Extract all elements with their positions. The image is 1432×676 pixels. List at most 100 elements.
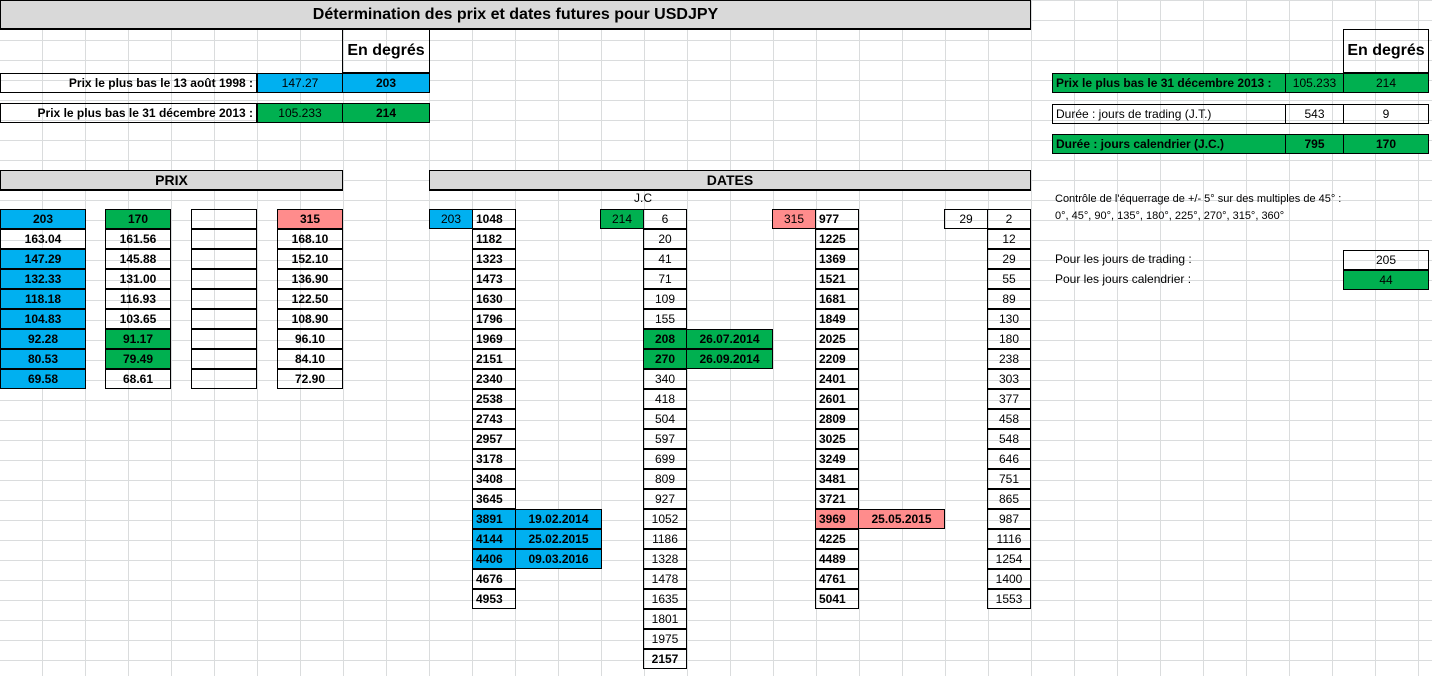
prix-col4-cell[interactable]: 108.90 [277, 309, 343, 329]
dates-c2-head[interactable]: 214 [600, 209, 644, 229]
dates-c1-cell[interactable]: 2743 [472, 409, 516, 429]
dates-c3-cell[interactable]: 1849 [815, 309, 859, 329]
dates-c3-cell[interactable]: 1521 [815, 269, 859, 289]
prix-col4-cell[interactable]: 96.10 [277, 329, 343, 349]
dates-c3-head[interactable]: 315 [772, 209, 816, 229]
dates-c4-cell[interactable]: 303 [987, 369, 1031, 389]
low2013-price[interactable]: 105.233 [257, 103, 343, 123]
prix-col4-cell[interactable]: 168.10 [277, 229, 343, 249]
dates-c3-cell[interactable]: 3481 [815, 469, 859, 489]
calendar-check-value[interactable]: 44 [1343, 270, 1429, 290]
dates-c3-cell[interactable]: 977 [815, 209, 859, 229]
prix-col1-cell[interactable]: 203 [0, 209, 86, 229]
dates-c2-cell[interactable]: 71 [643, 269, 687, 289]
dates-c3-cell[interactable]: 5041 [815, 589, 859, 609]
prix-col2-cell[interactable]: 170 [105, 209, 171, 229]
prix-col3-empty-cell[interactable] [191, 349, 257, 369]
dates-c3-cell[interactable]: 4225 [815, 529, 859, 549]
prix-col1-cell[interactable]: 69.58 [0, 369, 86, 389]
trading-check-value[interactable]: 205 [1343, 250, 1429, 270]
dates-c3-cell[interactable]: 3249 [815, 449, 859, 469]
dates-c2-cell[interactable]: 2157 [643, 649, 687, 669]
dates-c2-cell[interactable]: 1635 [643, 589, 687, 609]
dates-c3-cell[interactable]: 4761 [815, 569, 859, 589]
dates-c4-cell[interactable]: 238 [987, 349, 1031, 369]
dates-c3-cell[interactable]: 2209 [815, 349, 859, 369]
dates-c2-cell[interactable]: 20 [643, 229, 687, 249]
dates-c2-cell[interactable]: 927 [643, 489, 687, 509]
prix-col2-cell[interactable]: 91.17 [105, 329, 171, 349]
prix-col2-cell[interactable]: 103.65 [105, 309, 171, 329]
dates-c2-date[interactable]: 26.07.2014 [686, 329, 773, 349]
dates-c4-cell[interactable]: 89 [987, 289, 1031, 309]
prix-col4-cell[interactable]: 152.10 [277, 249, 343, 269]
dates-c4-cell[interactable]: 2 [987, 209, 1031, 229]
right-low2013-price[interactable]: 105.233 [1285, 73, 1344, 93]
dates-c3-cell[interactable]: 3721 [815, 489, 859, 509]
dates-c3-cell[interactable]: 3969 [815, 509, 859, 529]
dates-c2-cell[interactable]: 699 [643, 449, 687, 469]
low2013-degrees[interactable]: 214 [342, 103, 430, 123]
calendar-days-value[interactable]: 795 [1285, 134, 1344, 154]
dates-c2-cell[interactable]: 109 [643, 289, 687, 309]
dates-c1-cell[interactable]: 1323 [472, 249, 516, 269]
dates-c4-cell[interactable]: 1400 [987, 569, 1031, 589]
dates-c3-cell[interactable]: 4489 [815, 549, 859, 569]
dates-c4-head[interactable]: 29 [944, 209, 988, 229]
dates-c1-cell[interactable]: 4406 [472, 549, 516, 569]
dates-c1-cell[interactable]: 1473 [472, 269, 516, 289]
prix-col3-empty-cell[interactable] [191, 209, 257, 229]
dates-c4-cell[interactable]: 180 [987, 329, 1031, 349]
prix-col2-cell[interactable]: 145.88 [105, 249, 171, 269]
dates-c4-cell[interactable]: 1254 [987, 549, 1031, 569]
trading-days-value[interactable]: 543 [1285, 104, 1344, 124]
prix-col2-cell[interactable]: 79.49 [105, 349, 171, 369]
prix-col2-cell[interactable]: 68.61 [105, 369, 171, 389]
dates-c1-cell[interactable]: 1182 [472, 229, 516, 249]
prix-col3-empty-cell[interactable] [191, 329, 257, 349]
prix-col3-empty-cell[interactable] [191, 229, 257, 249]
prix-col2-cell[interactable]: 116.93 [105, 289, 171, 309]
prix-col3-empty-cell[interactable] [191, 369, 257, 389]
trading-days-degrees[interactable]: 9 [1343, 104, 1429, 124]
dates-c2-cell[interactable]: 1052 [643, 509, 687, 529]
prix-col1-cell[interactable]: 92.28 [0, 329, 86, 349]
dates-c4-cell[interactable]: 29 [987, 249, 1031, 269]
dates-c2-cell[interactable]: 1186 [643, 529, 687, 549]
dates-c2-cell[interactable]: 1975 [643, 629, 687, 649]
dates-c2-cell[interactable]: 155 [643, 309, 687, 329]
dates-c4-cell[interactable]: 377 [987, 389, 1031, 409]
dates-c2-cell[interactable]: 6 [643, 209, 687, 229]
dates-c1-date[interactable]: 25.02.2015 [515, 529, 602, 549]
dates-c1-cell[interactable]: 2538 [472, 389, 516, 409]
dates-c1-cell[interactable]: 1630 [472, 289, 516, 309]
dates-c4-cell[interactable]: 55 [987, 269, 1031, 289]
prix-col1-cell[interactable]: 104.83 [0, 309, 86, 329]
dates-c3-cell[interactable]: 1681 [815, 289, 859, 309]
dates-c4-cell[interactable]: 1553 [987, 589, 1031, 609]
calendar-days-degrees[interactable]: 170 [1343, 134, 1429, 154]
dates-c4-cell[interactable]: 987 [987, 509, 1031, 529]
prix-col4-cell[interactable]: 315 [277, 209, 343, 229]
dates-c2-cell[interactable]: 504 [643, 409, 687, 429]
dates-c1-cell[interactable]: 2340 [472, 369, 516, 389]
dates-c1-cell[interactable]: 3645 [472, 489, 516, 509]
dates-c2-cell[interactable]: 41 [643, 249, 687, 269]
dates-c4-cell[interactable]: 548 [987, 429, 1031, 449]
dates-c4-cell[interactable]: 1116 [987, 529, 1031, 549]
dates-c4-cell[interactable]: 751 [987, 469, 1031, 489]
dates-c1-cell[interactable]: 4953 [472, 589, 516, 609]
prix-col1-cell[interactable]: 80.53 [0, 349, 86, 369]
dates-c2-cell[interactable]: 809 [643, 469, 687, 489]
dates-c2-cell[interactable]: 270 [643, 349, 687, 369]
dates-c1-cell[interactable]: 4144 [472, 529, 516, 549]
dates-c1-cell[interactable]: 4676 [472, 569, 516, 589]
low1998-degrees[interactable]: 203 [342, 73, 430, 93]
dates-c2-cell[interactable]: 597 [643, 429, 687, 449]
dates-c1-cell[interactable]: 1048 [472, 209, 516, 229]
dates-c3-cell[interactable]: 2601 [815, 389, 859, 409]
dates-c1-date[interactable]: 09.03.2016 [515, 549, 602, 569]
dates-c1-cell[interactable]: 2957 [472, 429, 516, 449]
dates-c2-cell[interactable]: 418 [643, 389, 687, 409]
dates-c3-cell[interactable]: 2401 [815, 369, 859, 389]
